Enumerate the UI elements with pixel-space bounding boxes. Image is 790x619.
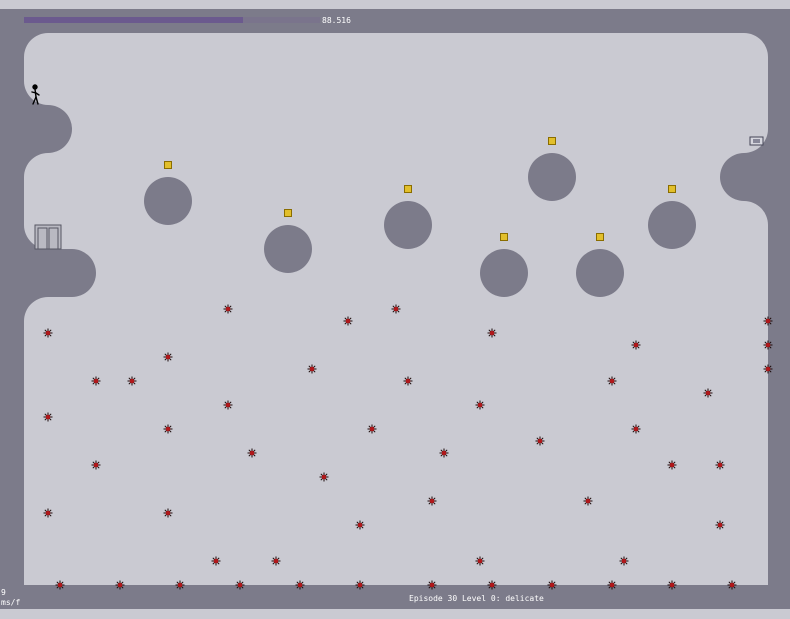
gold-icon [404, 185, 412, 193]
mine-icon [43, 412, 53, 422]
mine-icon [631, 340, 641, 350]
mine-icon [343, 316, 353, 326]
time-remaining-fill [24, 17, 244, 23]
mine-icon [727, 580, 737, 590]
mine-icon [271, 556, 281, 566]
mine-icon [427, 496, 437, 506]
mine-icon [763, 364, 773, 374]
mine-icon [163, 352, 173, 362]
bumper-3 [384, 201, 432, 249]
mine-icon [319, 472, 329, 482]
mine-icon [91, 460, 101, 470]
mine-icon [763, 316, 773, 326]
mine-icon [547, 580, 557, 590]
bumper-7 [648, 201, 696, 249]
level-canvas [24, 33, 773, 590]
mine-icon [583, 496, 593, 506]
episode-level-label: Episode 30 Level 0: delicate [409, 594, 544, 603]
mine-icon [619, 556, 629, 566]
mine-icon [223, 304, 233, 314]
exit-switch-icon [749, 136, 764, 146]
gold-icon [500, 233, 508, 241]
time-remaining-bar [24, 17, 320, 23]
mine-icon [763, 340, 773, 350]
ledge-top-left [24, 105, 72, 153]
mine-icon [703, 388, 713, 398]
mine-icon [307, 364, 317, 374]
mine-icon [475, 400, 485, 410]
mine-icon [487, 580, 497, 590]
mine-icon [535, 436, 545, 446]
mine-icon [127, 376, 137, 386]
mine-icon [715, 520, 725, 530]
time-remaining-label: 88.516 [322, 16, 351, 25]
bumper-6 [576, 249, 624, 297]
mine-icon [211, 556, 221, 566]
mine-icon [607, 376, 617, 386]
mine-icon [91, 376, 101, 386]
mine-icon [115, 580, 125, 590]
mine-icon [715, 460, 725, 470]
mine-icon [631, 424, 641, 434]
mine-icon [235, 580, 245, 590]
ledge-mid-left [24, 249, 96, 297]
exit-door-icon [34, 224, 62, 250]
mine-icon [607, 580, 617, 590]
mine-icon [667, 460, 677, 470]
gold-icon [596, 233, 604, 241]
mine-icon [43, 328, 53, 338]
gold-icon [284, 209, 292, 217]
mine-icon [247, 448, 257, 458]
mine-icon [295, 580, 305, 590]
mine-icon [163, 424, 173, 434]
mine-icon [439, 448, 449, 458]
mine-icon [667, 580, 677, 590]
mine-icon [355, 580, 365, 590]
mine-icon [487, 328, 497, 338]
mine-icon [355, 520, 365, 530]
bumper-1 [144, 177, 192, 225]
mine-icon [55, 580, 65, 590]
mine-icon [391, 304, 401, 314]
gold-icon [164, 161, 172, 169]
gold-icon [548, 137, 556, 145]
mine-icon [367, 424, 377, 434]
frame-time-unit: ms/f [1, 598, 21, 607]
frame-time-value: 9 [1, 588, 6, 597]
mine-icon [403, 376, 413, 386]
bumper-4 [480, 249, 528, 297]
ledge-right [720, 153, 768, 201]
bumper-5 [528, 153, 576, 201]
frame-time-readout: 9 ms/f [1, 588, 25, 608]
mine-icon [175, 580, 185, 590]
mine-icon [223, 400, 233, 410]
bumper-2 [264, 225, 312, 273]
mine-icon [43, 508, 53, 518]
mine-icon [475, 556, 485, 566]
mine-icon [427, 580, 437, 590]
mine-icon [163, 508, 173, 518]
gold-icon [668, 185, 676, 193]
